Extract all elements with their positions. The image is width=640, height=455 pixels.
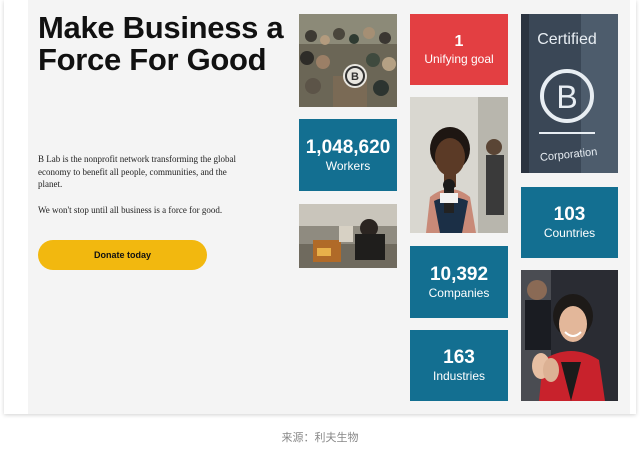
- industries-value: 163: [443, 347, 475, 368]
- workers-value: 1,048,620: [305, 136, 391, 158]
- unifying-goal-label: Unifying goal: [424, 52, 494, 66]
- source-caption: 来源：利夫生物: [281, 431, 359, 444]
- applauding-woman-photo: [521, 270, 618, 401]
- industries-label: Industries: [432, 369, 486, 383]
- workshop-photo: [299, 204, 397, 268]
- unifying-goal-value: 1: [454, 33, 464, 50]
- b-logo-letter: B: [556, 79, 577, 115]
- speaker-woman-photo: [410, 97, 508, 233]
- crowd-event-photo: B: [299, 14, 397, 107]
- companies-value: 10,392: [429, 263, 489, 285]
- unifying-goal-stat: 1 Unifying goal: [410, 14, 508, 85]
- companies-label: Companies: [428, 285, 490, 300]
- countries-value: 103: [553, 204, 586, 225]
- hero-mission: We won't stop until all business is a fo…: [38, 205, 223, 215]
- hero-description: B Lab is the nonprofit network transform…: [38, 154, 236, 190]
- workers-stat: 1,048,620 Workers: [299, 119, 397, 191]
- certified-b-corp-sign-photo: Certified B Corporation: [521, 14, 618, 173]
- industries-stat: 163 Industries: [410, 330, 508, 401]
- certified-text: Certified: [537, 31, 597, 48]
- companies-stat: 10,392 Companies: [410, 246, 508, 318]
- workers-label: Workers: [325, 158, 371, 173]
- donate-button[interactable]: Donate today: [38, 240, 207, 270]
- svg-text:B: B: [351, 71, 359, 83]
- countries-stat: 103 Countries: [521, 187, 618, 258]
- hero-headline: Make Business a Force For Good: [38, 10, 284, 77]
- countries-label: Countries: [543, 226, 596, 240]
